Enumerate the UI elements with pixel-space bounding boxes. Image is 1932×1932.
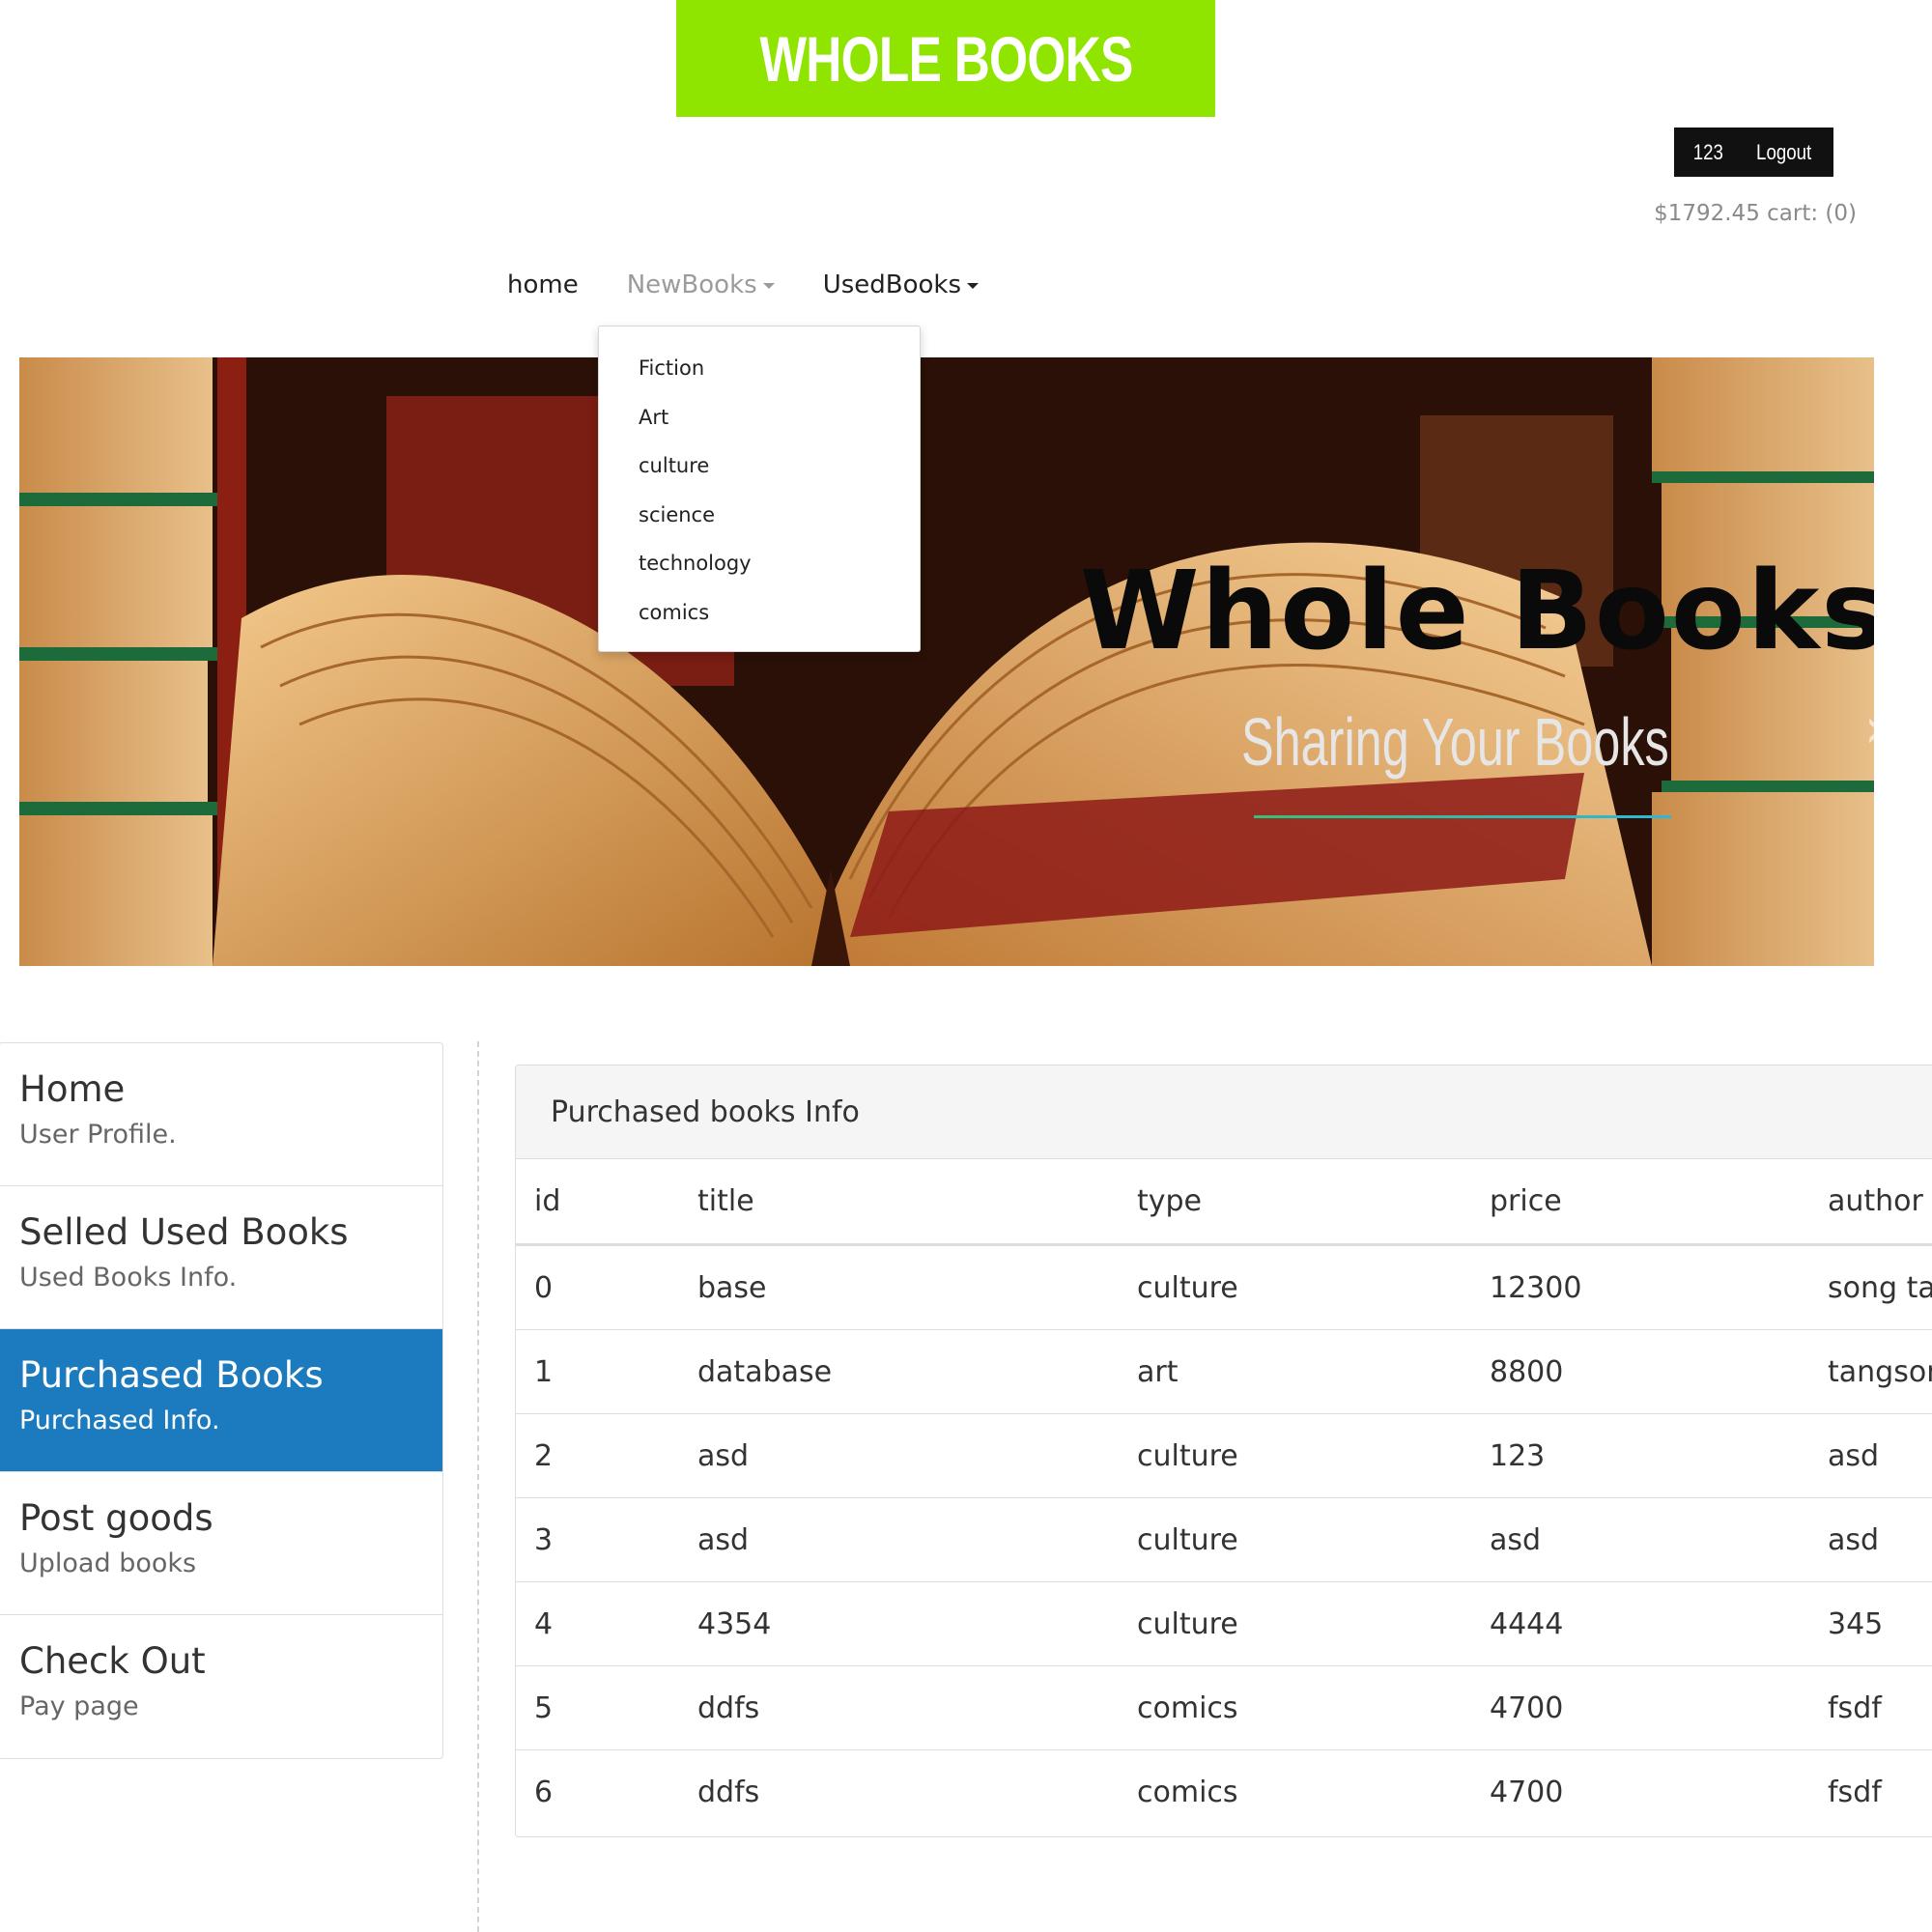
hero-subtitle: Sharing Your Books <box>1241 704 1669 780</box>
sidebar-item-desc: User Profile. <box>19 1120 177 1150</box>
caret-down-icon <box>762 282 775 289</box>
cell-type: culture <box>1137 1244 1490 1330</box>
main-nav: home NewBooks UsedBooks <box>507 266 1027 304</box>
carousel-next-icon[interactable]: › <box>1864 697 1886 760</box>
user-bar: 123 Logout <box>1674 128 1833 177</box>
cell-author: song tar <box>1828 1244 1932 1330</box>
cell-price: 8800 <box>1490 1329 1828 1414</box>
cell-author: fsdf <box>1828 1775 1882 1809</box>
cell-price: 4700 <box>1490 1665 1828 1750</box>
column-header-type: type <box>1137 1159 1490 1246</box>
cell-id: 1 <box>516 1329 697 1414</box>
column-header-title: title <box>697 1159 1137 1246</box>
table-row: 4 4354 culture 4444 345 <box>516 1581 1932 1666</box>
sidebar-item-desc: Purchased Info. <box>19 1406 220 1435</box>
nav-newbooks[interactable]: NewBooks <box>627 270 775 299</box>
site-logo[interactable]: WHOLE BOOKS <box>676 0 1215 117</box>
sidebar-item-title: Post goods <box>19 1497 213 1539</box>
sidebar-item-purchased-books[interactable]: Purchased Books Purchased Info. <box>0 1329 442 1472</box>
table-row: 2 asd culture 123 asd <box>516 1413 1932 1498</box>
cell-type: comics <box>1137 1775 1238 1809</box>
sidebar-item-post-goods[interactable]: Post goods Upload books <box>0 1472 442 1615</box>
sidebar-item-title: Check Out <box>19 1640 206 1682</box>
hero-title: Whole Books <box>1080 549 1874 674</box>
sidebar-item-check-out[interactable]: Check Out Pay page <box>0 1615 442 1758</box>
hero-carousel: Whole Books Sharing Your Books <box>19 357 1874 966</box>
nav-usedbooks[interactable]: UsedBooks <box>822 270 980 299</box>
dropdown-item-science[interactable]: science <box>639 503 715 526</box>
cell-id: 5 <box>516 1665 697 1750</box>
cell-title: base <box>697 1244 1137 1330</box>
column-header-author: author <box>1828 1159 1932 1246</box>
cell-id: 3 <box>516 1497 697 1582</box>
cell-price: 4700 <box>1490 1775 1564 1809</box>
cell-author: asd <box>1828 1413 1932 1498</box>
cell-type: culture <box>1137 1497 1490 1582</box>
cart-summary[interactable]: $1792.45 cart: (0) <box>1654 201 1857 226</box>
cell-id: 6 <box>534 1775 554 1809</box>
nav-newbooks-label: NewBooks <box>626 270 757 299</box>
sidebar-item-desc: Upload books <box>19 1548 197 1578</box>
cell-title: ddfs <box>697 1665 1137 1750</box>
cell-title: asd <box>697 1413 1137 1498</box>
cell-id: 2 <box>516 1413 697 1498</box>
cell-id: 4 <box>516 1581 697 1666</box>
table-row: 1 database art 8800 tangson <box>516 1329 1932 1414</box>
nav-usedbooks-label: UsedBooks <box>822 270 962 299</box>
cell-author: asd <box>1828 1497 1932 1582</box>
table-row: 5 ddfs comics 4700 fsdf <box>516 1665 1932 1750</box>
table-header-row: id title type price author <box>516 1159 1932 1246</box>
cell-type: art <box>1137 1329 1490 1414</box>
sidebar-item-selled-used-books[interactable]: Selled Used Books Used Books Info. <box>0 1186 442 1329</box>
sidebar-item-home[interactable]: Home User Profile. <box>0 1043 442 1186</box>
dropdown-item-technology[interactable]: technology <box>639 552 752 575</box>
sidebar-item-desc: Pay page <box>19 1691 139 1721</box>
table-row: 3 asd culture asd asd <box>516 1497 1932 1582</box>
table-row: 0 base culture 12300 song tar <box>516 1244 1932 1330</box>
logout-button[interactable]: Logout <box>1756 140 1811 165</box>
caret-down-icon <box>967 282 980 289</box>
sidebar-nav: Home User Profile. Selled Used Books Use… <box>0 1042 443 1759</box>
cell-author: 345 <box>1828 1581 1932 1666</box>
cell-type: comics <box>1137 1665 1490 1750</box>
cell-author: tangson <box>1828 1329 1932 1414</box>
cell-title: asd <box>697 1497 1137 1582</box>
cell-title: 4354 <box>697 1581 1137 1666</box>
newbooks-dropdown-menu: Fiction Art culture science technology c… <box>598 326 921 652</box>
cell-price: 12300 <box>1490 1244 1828 1330</box>
sidebar-item-title: Selled Used Books <box>19 1211 349 1253</box>
carousel-prev-icon[interactable]: ‹ <box>2 697 23 760</box>
sidebar-item-desc: Used Books Info. <box>19 1263 238 1293</box>
dropdown-item-art[interactable]: Art <box>639 406 668 429</box>
cell-type: culture <box>1137 1581 1490 1666</box>
panel-heading: Purchased books Info <box>516 1065 1932 1159</box>
dropdown-item-comics[interactable]: comics <box>639 601 709 624</box>
cell-price: 4444 <box>1490 1581 1828 1666</box>
column-header-id: id <box>516 1159 697 1246</box>
table-row: 6 ddfs comics 4700 fsdf <box>516 1750 1932 1834</box>
nav-home[interactable]: home <box>507 270 579 299</box>
cell-id: 0 <box>516 1244 697 1330</box>
section-divider <box>477 1041 479 1932</box>
column-header-price: price <box>1490 1159 1828 1246</box>
cell-price: 123 <box>1490 1413 1828 1498</box>
dropdown-item-culture[interactable]: culture <box>639 454 709 477</box>
dropdown-item-fiction[interactable]: Fiction <box>639 356 704 380</box>
hero-underline <box>1254 815 1671 818</box>
cell-title: ddfs <box>697 1775 760 1809</box>
cell-title: database <box>697 1329 1137 1414</box>
sidebar-item-title: Home <box>19 1068 126 1110</box>
logo-text: WHOLE BOOKS <box>758 22 1133 95</box>
purchased-books-table: id title type price author 0 base cultur… <box>516 1159 1932 1833</box>
sidebar-item-title: Purchased Books <box>19 1354 324 1396</box>
purchased-books-panel: Purchased books Info id title type price… <box>515 1065 1932 1837</box>
cell-author: fsdf <box>1828 1665 1932 1750</box>
user-id[interactable]: 123 <box>1693 140 1723 165</box>
cell-type: culture <box>1137 1413 1490 1498</box>
cell-price: asd <box>1490 1497 1828 1582</box>
